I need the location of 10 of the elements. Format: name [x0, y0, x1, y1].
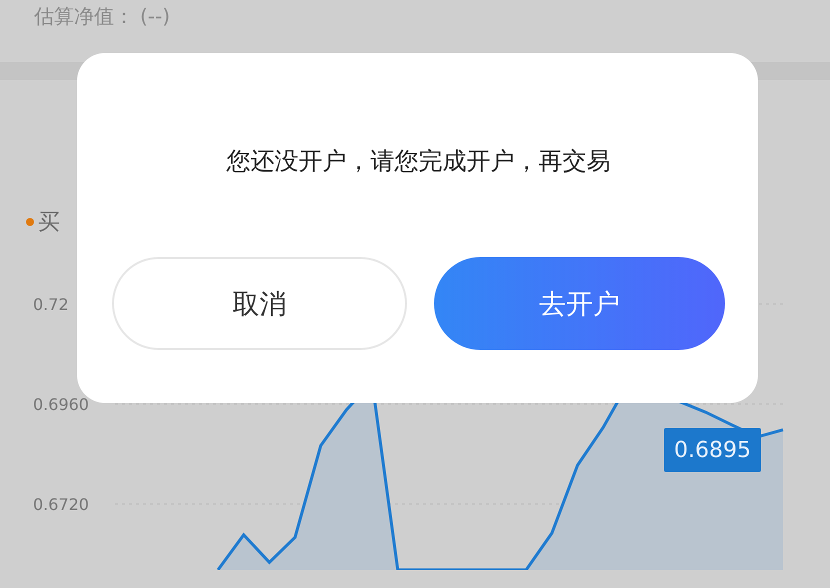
- cancel-button[interactable]: 取消: [112, 257, 407, 350]
- dialog-message: 您还没开户，请您完成开户，再交易: [226, 146, 610, 177]
- axis-label: 0.6960: [33, 395, 89, 414]
- legend-label: 买: [38, 209, 60, 237]
- value-tooltip: 0.6895: [664, 428, 761, 472]
- axis-label: 0.72: [33, 295, 69, 314]
- field-label: 估算净值：: [34, 2, 134, 30]
- field-value: (--): [140, 4, 170, 28]
- open-account-button[interactable]: 去开户: [434, 257, 725, 350]
- axis-label: 0.6720: [33, 495, 89, 514]
